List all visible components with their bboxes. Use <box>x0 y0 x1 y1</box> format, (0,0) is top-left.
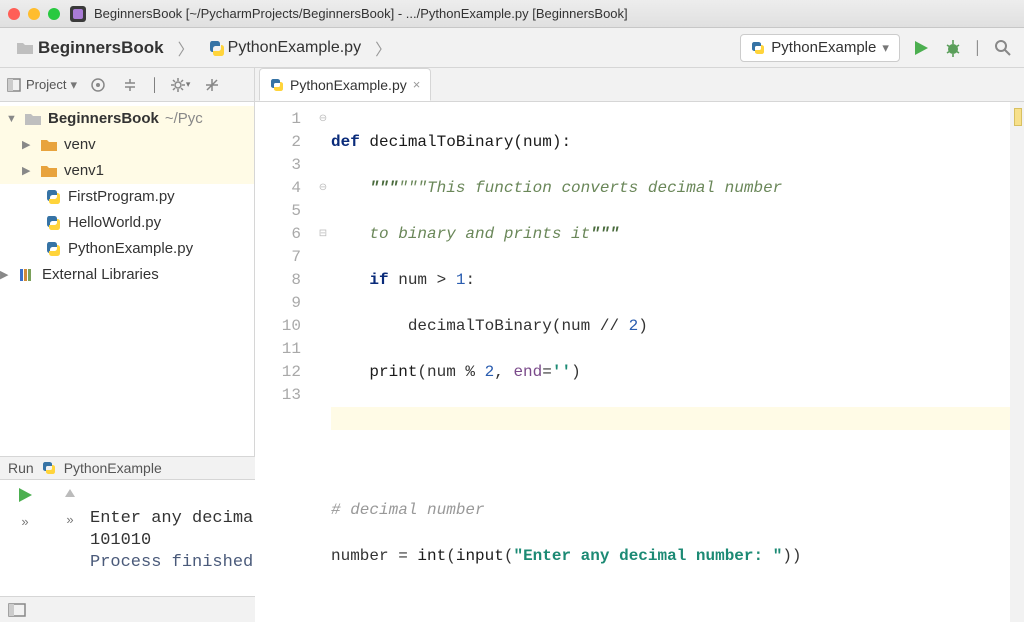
run-configuration-name: PythonExample <box>771 39 876 56</box>
main-area: Project ▾ │ ▾ ▼ BeginnersBook ~/Pyc ▶ ven… <box>0 68 1024 456</box>
tree-root-name: BeginnersBook <box>48 106 159 132</box>
tree-item-label: External Libraries <box>42 262 159 288</box>
toolbar-separator: │ <box>974 40 982 55</box>
run-configuration-selector[interactable]: PythonExample ▾ <box>740 34 900 62</box>
run-toolbar-left: » <box>0 480 50 596</box>
project-view-label: Project <box>26 77 66 92</box>
tree-item-venv1[interactable]: ▶ venv1 <box>0 158 254 184</box>
project-tree[interactable]: ▼ BeginnersBook ~/Pyc ▶ venv ▶ venv1 Fir… <box>0 102 254 456</box>
breadcrumb-file[interactable]: PythonExample.py <box>202 35 367 61</box>
breadcrumb-file-label: PythonExample.py <box>228 39 361 57</box>
tree-item-venv[interactable]: ▶ venv <box>0 132 254 158</box>
tool-windows-button[interactable] <box>8 603 26 617</box>
tree-item-file[interactable]: PythonExample.py <box>0 236 254 262</box>
folder-icon <box>40 136 58 154</box>
collapse-all-button[interactable] <box>119 74 141 96</box>
window-title: BeginnersBook [~/PycharmProjects/Beginne… <box>94 6 628 21</box>
chevron-right-icon[interactable]: ▶ <box>22 132 34 158</box>
project-toolbar: Project ▾ │ ▾ <box>0 68 254 102</box>
more-button[interactable]: » <box>21 514 28 529</box>
editor-tab[interactable]: PythonExample.py × <box>259 68 431 101</box>
chevron-right-icon: 〉 <box>373 36 393 60</box>
folder-icon <box>16 40 34 56</box>
close-tab-icon[interactable]: × <box>413 77 421 92</box>
tree-item-file[interactable]: FirstProgram.py <box>0 184 254 210</box>
editor-area: PythonExample.py × 12345678910111213 ⊖⊖⊟… <box>255 68 1024 456</box>
navigation-bar: BeginnersBook 〉 PythonExample.py 〉 Pytho… <box>0 28 1024 68</box>
chevron-down-icon: ▾ <box>70 77 77 93</box>
hide-button[interactable] <box>201 74 223 96</box>
chevron-down-icon: ▾ <box>882 40 889 56</box>
python-file-icon <box>44 240 62 258</box>
tree-item-label: venv <box>64 132 96 158</box>
maximize-window-icon[interactable] <box>48 8 60 20</box>
run-label: Run <box>8 460 34 476</box>
minimize-window-icon[interactable] <box>28 8 40 20</box>
chevron-down-icon[interactable]: ▼ <box>6 106 18 132</box>
scroll-up-button[interactable] <box>62 486 78 502</box>
run-toolbar-left2: » <box>50 480 90 596</box>
editor-tab-bar: PythonExample.py × <box>255 68 1024 102</box>
python-file-icon <box>751 41 765 55</box>
code-content[interactable]: def decimalToBinary(num): """"""This fun… <box>331 102 1010 622</box>
line-gutter: 12345678910111213 <box>255 102 315 622</box>
close-window-icon[interactable] <box>8 8 20 20</box>
toolbar-separator: │ <box>151 77 159 92</box>
tree-item-label: venv1 <box>64 158 104 184</box>
libraries-icon <box>18 266 36 284</box>
debug-button[interactable] <box>942 37 964 59</box>
more-button[interactable]: » <box>66 512 73 527</box>
settings-button[interactable]: ▾ <box>169 74 191 96</box>
caret-marker <box>1014 108 1022 126</box>
title-bar: BeginnersBook [~/PycharmProjects/Beginne… <box>0 0 1024 28</box>
python-file-icon <box>270 78 284 92</box>
app-icon <box>70 6 86 22</box>
tree-external-libraries[interactable]: ▶ External Libraries <box>0 262 254 288</box>
python-file-icon <box>42 461 56 475</box>
code-editor[interactable]: 12345678910111213 ⊖⊖⊟ def decimalToBinar… <box>255 102 1024 622</box>
breadcrumb-project-label: BeginnersBook <box>38 38 164 58</box>
run-config-name: PythonExample <box>64 460 162 476</box>
fold-column[interactable]: ⊖⊖⊟ <box>315 102 331 622</box>
python-file-icon <box>208 40 224 56</box>
editor-scrollbar[interactable] <box>1010 102 1024 622</box>
folder-icon <box>24 110 42 128</box>
project-view-selector[interactable]: Project ▾ <box>6 77 77 93</box>
tree-item-label: HelloWorld.py <box>68 210 161 236</box>
tree-item-label: FirstProgram.py <box>68 184 175 210</box>
run-button[interactable] <box>910 37 932 59</box>
python-file-icon <box>44 188 62 206</box>
editor-tab-label: PythonExample.py <box>290 77 407 93</box>
project-icon <box>6 77 22 93</box>
console-line: 101010 <box>90 531 151 550</box>
rerun-button[interactable] <box>16 486 34 504</box>
chevron-right-icon[interactable]: ▶ <box>22 158 34 184</box>
python-file-icon <box>44 214 62 232</box>
tree-root[interactable]: ▼ BeginnersBook ~/Pyc <box>0 106 254 132</box>
breadcrumb-project[interactable]: BeginnersBook <box>10 34 170 62</box>
search-button[interactable] <box>992 37 1014 59</box>
folder-icon <box>40 162 58 180</box>
window-controls <box>8 8 60 20</box>
project-tool-window: Project ▾ │ ▾ ▼ BeginnersBook ~/Pyc ▶ ven… <box>0 68 255 456</box>
tree-item-file[interactable]: HelloWorld.py <box>0 210 254 236</box>
chevron-right-icon[interactable]: ▶ <box>0 262 12 288</box>
locate-button[interactable] <box>87 74 109 96</box>
tree-item-label: PythonExample.py <box>68 236 193 262</box>
tree-root-path: ~/Pyc <box>165 106 203 132</box>
chevron-right-icon: 〉 <box>176 36 196 60</box>
